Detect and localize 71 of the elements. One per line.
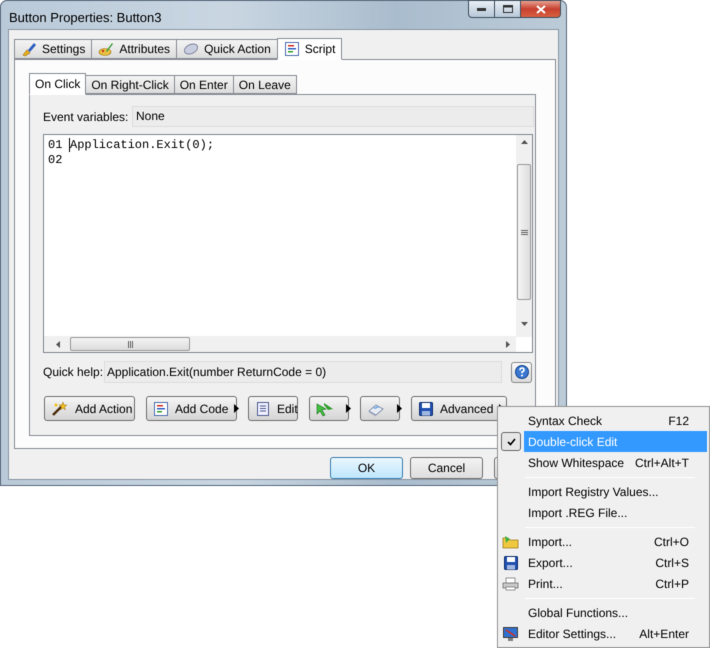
shortcut-label: F12	[668, 412, 689, 430]
scroll-right-icon	[506, 340, 510, 348]
cursor-arrow-icon	[316, 400, 334, 416]
check-icon	[506, 438, 516, 446]
monitor-icon	[502, 626, 520, 642]
folder-icon	[502, 534, 520, 550]
scrollbar-thumb[interactable]	[70, 337, 190, 351]
toolbar-button[interactable]: Add Code	[146, 396, 237, 421]
tab[interactable]: On Enter	[174, 75, 234, 94]
toolbar-button[interactable]	[360, 396, 400, 421]
close-icon	[536, 4, 546, 14]
text-cursor	[69, 138, 70, 152]
menu-item[interactable]: Editor Settings... Alt+Enter	[524, 623, 707, 644]
menu-item[interactable]: Import .REG File...	[524, 502, 707, 523]
minimize-button[interactable]	[468, 0, 495, 18]
script-icon	[284, 41, 300, 57]
tab[interactable]: Script	[276, 38, 342, 60]
horizontal-scrollbar[interactable]	[44, 336, 516, 352]
tab[interactable]: On Leave	[232, 75, 297, 94]
maximize-icon	[502, 5, 512, 13]
dialog-button[interactable]: Cancel	[410, 457, 483, 479]
document-icon	[255, 400, 271, 416]
code-editor[interactable]: 01 Application.Exit(0); 02	[43, 134, 533, 353]
printer-icon	[502, 576, 520, 592]
paint-bowl-icon	[98, 41, 114, 57]
menu-item[interactable]: Import Registry Values...	[524, 481, 707, 502]
dialog-button[interactable]: OK	[330, 457, 403, 479]
toolbar-button[interactable]: Edit	[248, 396, 298, 421]
field-label: Event variables:	[43, 108, 130, 126]
menu-item[interactable]: Show Whitespace Ctrl+Alt+T	[524, 452, 707, 473]
tab[interactable]: Settings	[14, 39, 92, 59]
menu-item[interactable]: Import... Ctrl+O	[524, 531, 707, 552]
grip-icon	[128, 340, 132, 348]
brush-icon	[21, 41, 37, 57]
toolbar-button[interactable]: Advanced	[411, 396, 507, 421]
grip-icon	[520, 230, 528, 234]
help-icon	[514, 365, 528, 379]
scroll-left-icon	[56, 340, 60, 348]
close-button[interactable]	[521, 0, 561, 18]
help-button[interactable]	[511, 362, 532, 382]
script-icon	[153, 400, 169, 416]
code-line: Application.Exit(0);	[70, 138, 214, 153]
tab[interactable]: On Click	[29, 73, 86, 95]
shortcut-label: Ctrl+Alt+T	[634, 454, 689, 472]
shortcut-label: Ctrl+O	[654, 534, 689, 550]
field-label: Quick help:	[43, 364, 104, 381]
scrollbar-thumb[interactable]	[517, 164, 531, 300]
event-variables-field: None	[132, 106, 534, 127]
menu-item[interactable]: Export... Ctrl+S	[524, 552, 707, 573]
magic-wand-icon	[51, 400, 69, 416]
menu-item[interactable]: Syntax Check F12	[524, 410, 707, 431]
capsule-icon	[183, 41, 200, 57]
quick-help-field: Application.Exit(number ReturnCode = 0)	[104, 361, 502, 383]
scroll-down-icon	[520, 322, 528, 326]
minimize-icon	[477, 8, 486, 10]
line-number: 02	[48, 153, 64, 168]
vertical-scrollbar[interactable]	[516, 135, 532, 337]
tab[interactable]: Quick Action	[176, 39, 278, 59]
line-number: 01	[48, 138, 64, 153]
toolbar-button[interactable]: Add Action	[44, 396, 135, 421]
tab[interactable]: Attributes	[91, 39, 178, 59]
menu-item[interactable]: Global Functions...	[524, 602, 707, 623]
scroll-up-icon	[520, 140, 528, 144]
shortcut-label: Alt+Enter	[639, 626, 689, 642]
tab[interactable]: On Right-Click	[85, 75, 175, 94]
maximize-button[interactable]	[495, 0, 521, 18]
window-title: Button Properties: Button3	[9, 9, 162, 27]
menu-item[interactable]: Print... Ctrl+P	[524, 573, 707, 594]
toolbar-button[interactable]	[309, 396, 349, 421]
shortcut-label: Ctrl+P	[655, 576, 689, 592]
shortcut-label: Ctrl+S	[655, 554, 689, 572]
